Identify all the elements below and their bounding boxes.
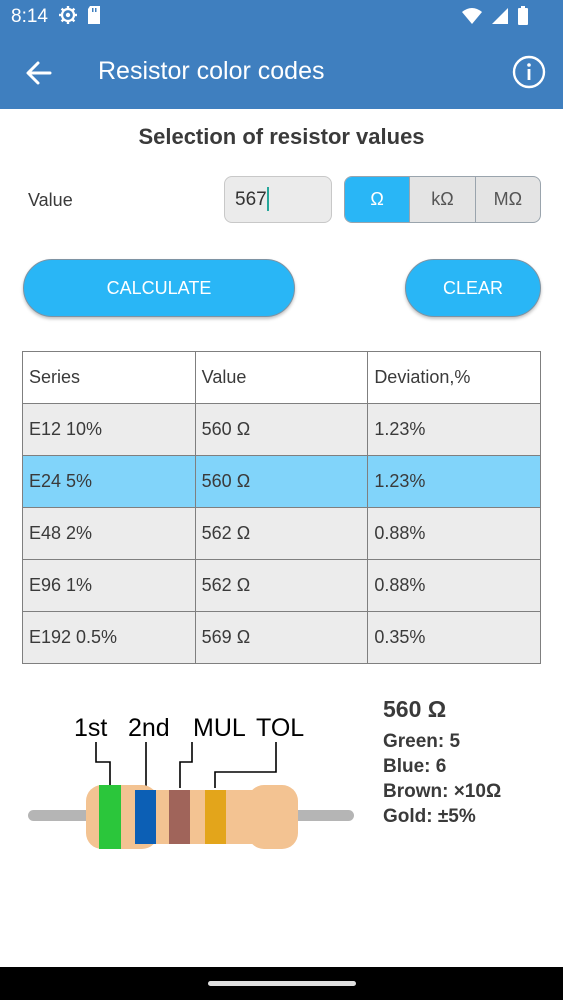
table-row[interactable]: E192 0.5% 569 Ω 0.35% [22,611,541,664]
navigation-bar [0,967,563,1000]
cell-deviation: 0.88% [367,559,541,612]
band-multiplier [169,790,190,844]
cell-value: 562 Ω [194,559,369,612]
summary-band-4: Gold: ±5% [383,806,476,827]
battery-icon [518,6,528,25]
table-row[interactable]: E96 1% 562 Ω 0.88% [22,559,541,612]
cell-deviation: 1.23% [367,403,541,456]
settings-icon [59,6,77,24]
cell-value: 562 Ω [194,507,369,560]
cell-deviation: 0.35% [367,611,541,664]
header-deviation: Deviation,% [367,351,541,404]
calculate-button[interactable]: CALCULATE [23,259,295,317]
signal-icon [492,8,508,24]
band-label-mul: MUL [193,714,246,742]
table-header-row: Series Value Deviation,% [22,351,541,404]
cell-deviation: 0.88% [367,507,541,560]
status-time: 8:14 [11,6,48,27]
unit-ohm-button[interactable]: Ω [345,177,411,222]
app-bar: Resistor color codes [0,34,563,109]
cell-value: 560 Ω [194,455,369,508]
sd-card-icon [88,6,100,24]
value-label: Value [28,190,73,210]
app-title: Resistor color codes [98,57,325,85]
header-value: Value [194,351,369,404]
cell-value: 569 Ω [194,611,369,664]
band-label-tol: TOL [256,714,304,742]
summary-band-2: Blue: 6 [383,756,447,777]
cell-series: E48 2% [22,507,196,560]
band-second [135,790,156,844]
cell-series: E96 1% [22,559,196,612]
home-gesture-handle[interactable] [208,981,356,986]
results-table: Series Value Deviation,% E12 10% 560 Ω 1… [22,351,541,664]
resistor-diagram: 1st 2nd MUL TOL [28,714,354,849]
table-row[interactable]: E12 10% 560 Ω 1.23% [22,403,541,456]
summary-value: 560 Ω [383,696,447,722]
back-arrow-icon[interactable] [22,56,56,90]
clear-button[interactable]: CLEAR [405,259,541,317]
wifi-icon [462,8,482,24]
cell-series: E12 10% [22,403,196,456]
cell-series: E192 0.5% [22,611,196,664]
text-cursor [267,187,269,211]
unit-mohm-button[interactable]: MΩ [476,177,540,222]
unit-selector: Ω kΩ MΩ [344,176,541,223]
header-series: Series [22,351,196,404]
band-label-1st: 1st [74,714,107,742]
cell-series: E24 5% [22,455,196,508]
info-icon[interactable] [511,54,547,90]
value-input[interactable] [224,176,332,223]
summary-band-1: Green: 5 [383,731,461,752]
section-title: Selection of resistor values [138,124,425,149]
band-label-2nd: 2nd [128,714,170,742]
cell-value: 560 Ω [194,403,369,456]
band-first [99,785,121,849]
status-bar: 8:14 [0,0,563,34]
table-row-selected[interactable]: E24 5% 560 Ω 1.23% [22,455,541,508]
summary-band-3: Brown: ×10Ω [383,781,502,802]
table-row[interactable]: E48 2% 562 Ω 0.88% [22,507,541,560]
unit-kohm-button[interactable]: kΩ [410,177,476,222]
band-leader-lines [95,742,277,788]
cell-deviation: 1.23% [367,455,541,508]
color-summary: 560 Ω Green: 5 Blue: 6 Brown: ×10Ω Gold:… [383,696,501,829]
band-tolerance [205,790,226,844]
